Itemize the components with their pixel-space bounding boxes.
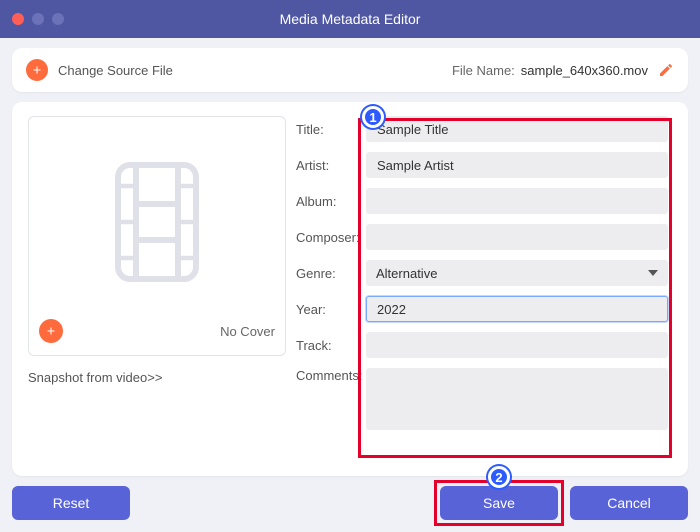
callout-marker-1: 1 xyxy=(362,106,384,128)
genre-select[interactable]: Alternative xyxy=(366,260,668,286)
window-title: Media Metadata Editor xyxy=(0,11,700,27)
file-name-label: File Name: xyxy=(452,63,515,78)
snapshot-link[interactable]: Snapshot from video>> xyxy=(28,370,286,385)
change-source-label[interactable]: Change Source File xyxy=(58,63,173,78)
title-label: Title: xyxy=(296,122,366,137)
genre-value: Alternative xyxy=(376,266,437,281)
album-label: Album: xyxy=(296,194,366,209)
year-field[interactable] xyxy=(366,296,668,322)
cancel-button[interactable]: Cancel xyxy=(570,486,688,520)
composer-field[interactable] xyxy=(366,224,668,250)
film-icon xyxy=(107,162,207,282)
edit-filename-icon[interactable] xyxy=(658,62,674,78)
composer-label: Composer: xyxy=(296,230,366,245)
callout-marker-2: 2 xyxy=(488,466,510,488)
minimize-icon xyxy=(32,13,44,25)
window-controls xyxy=(12,13,64,25)
comments-field[interactable] xyxy=(366,368,668,430)
title-bar: Media Metadata Editor xyxy=(0,0,700,38)
artist-field[interactable] xyxy=(366,152,668,178)
year-label: Year: xyxy=(296,302,366,317)
no-cover-label: No Cover xyxy=(220,324,275,339)
save-button[interactable]: Save xyxy=(440,486,558,520)
cover-preview xyxy=(39,127,275,317)
maximize-icon xyxy=(52,13,64,25)
title-field[interactable] xyxy=(366,116,668,142)
genre-label: Genre: xyxy=(296,266,366,281)
artist-label: Artist: xyxy=(296,158,366,173)
cover-art-panel: No Cover xyxy=(28,116,286,356)
close-icon[interactable] xyxy=(12,13,24,25)
reset-button[interactable]: Reset xyxy=(12,486,130,520)
change-source-icon[interactable] xyxy=(26,59,48,81)
track-label: Track: xyxy=(296,338,366,353)
chevron-down-icon xyxy=(648,270,658,276)
album-field[interactable] xyxy=(366,188,668,214)
add-cover-button[interactable] xyxy=(39,319,63,343)
header-bar: Change Source File File Name: sample_640… xyxy=(12,48,688,92)
file-name-value: sample_640x360.mov xyxy=(521,63,648,78)
metadata-form: 1 Title: Artist: Album: Composer: xyxy=(296,116,672,430)
comments-label: Comments: xyxy=(296,368,366,383)
footer-buttons: Reset 2 Save Cancel xyxy=(12,486,688,520)
track-field[interactable] xyxy=(366,332,668,358)
